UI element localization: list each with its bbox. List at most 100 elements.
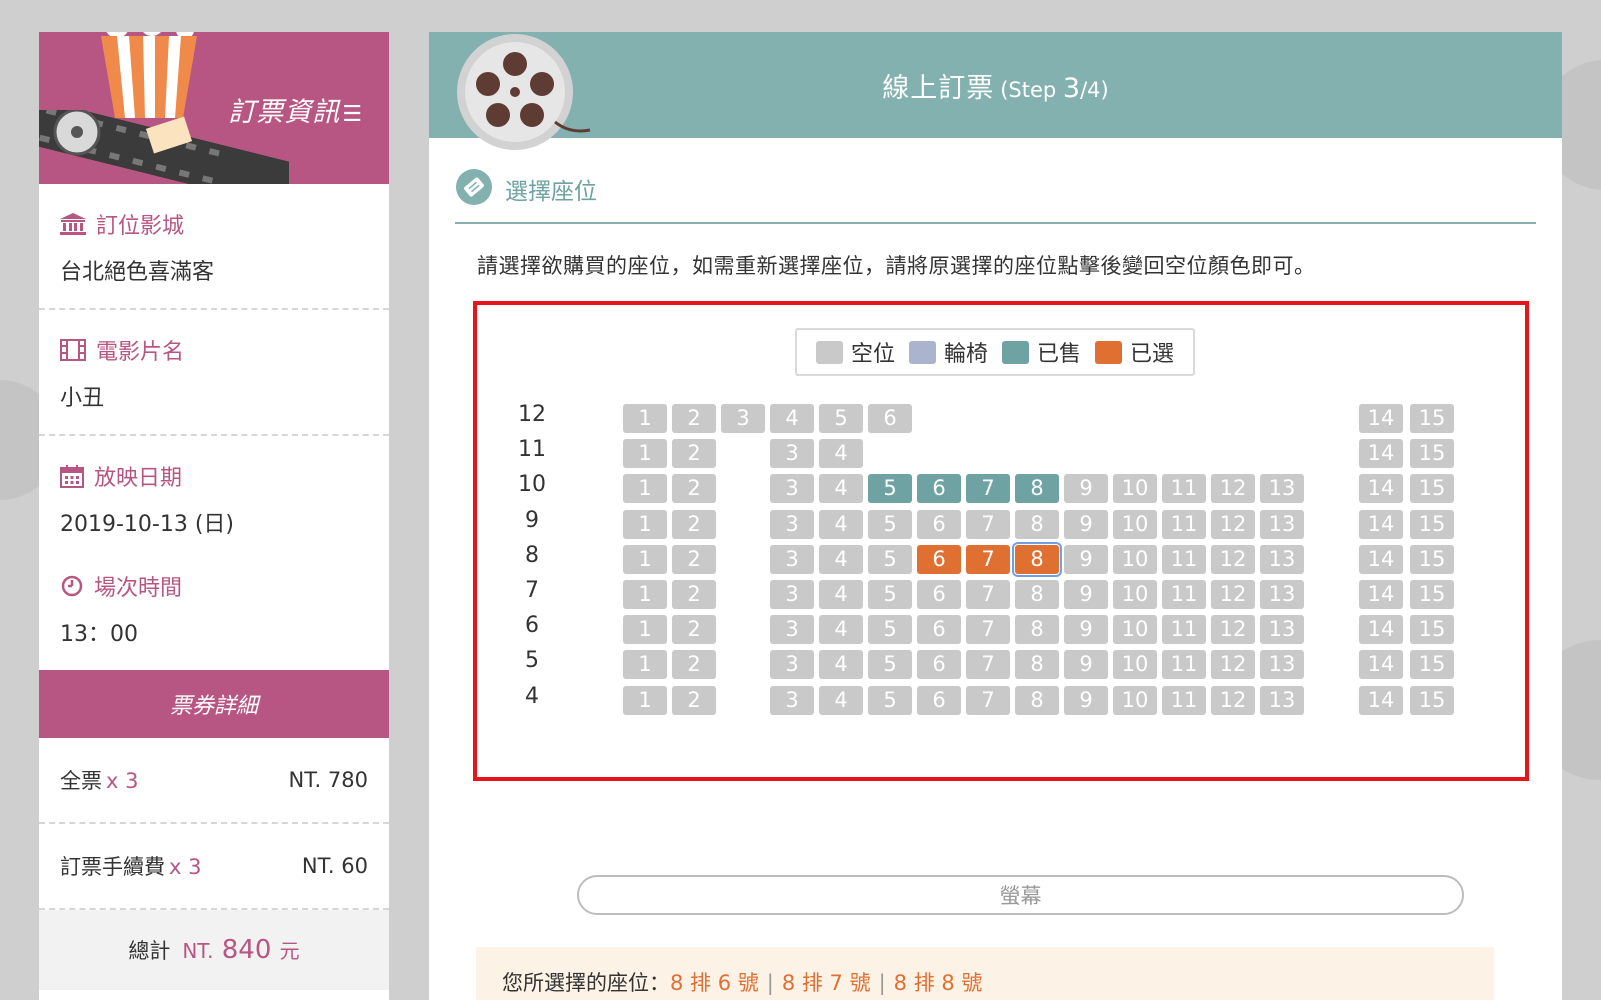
seat-empty[interactable]: 7 — [966, 685, 1010, 715]
seat-empty[interactable]: 9 — [1064, 544, 1108, 574]
seat-empty[interactable]: 15 — [1410, 474, 1454, 504]
seat-empty[interactable]: 1 — [623, 580, 667, 609]
seat-empty[interactable]: 2 — [672, 509, 716, 539]
seat-empty[interactable]: 13 — [1260, 509, 1304, 539]
seat-empty[interactable]: 2 — [672, 474, 716, 504]
seat-empty[interactable]: 6 — [917, 580, 961, 609]
seat-empty[interactable]: 6 — [917, 650, 961, 680]
seat-empty[interactable]: 13 — [1260, 685, 1304, 715]
seat-selected[interactable]: 8 — [1012, 541, 1062, 577]
seat-empty[interactable]: 2 — [672, 650, 716, 680]
seat-empty[interactable]: 3 — [770, 685, 814, 715]
seat-empty[interactable]: 5 — [819, 404, 863, 433]
seat-empty[interactable]: 2 — [672, 615, 716, 645]
seat-empty[interactable]: 4 — [819, 650, 863, 680]
seat-empty[interactable]: 9 — [1064, 650, 1108, 680]
seat-empty[interactable]: 4 — [819, 685, 863, 715]
seat-empty[interactable]: 13 — [1260, 580, 1304, 609]
seat-empty[interactable]: 1 — [623, 474, 667, 504]
seat-empty[interactable]: 6 — [917, 615, 961, 645]
seat-empty[interactable]: 12 — [1211, 580, 1255, 609]
seat-empty[interactable]: 3 — [770, 474, 814, 504]
seat-empty[interactable]: 10 — [1113, 615, 1157, 645]
seat-empty[interactable]: 6 — [868, 404, 912, 433]
seat-empty[interactable]: 2 — [672, 404, 716, 433]
seat-empty[interactable]: 9 — [1064, 615, 1108, 645]
seat-empty[interactable]: 9 — [1064, 474, 1108, 504]
seat-empty[interactable]: 4 — [819, 509, 863, 539]
seat-empty[interactable]: 1 — [623, 685, 667, 715]
seat-empty[interactable]: 4 — [819, 474, 863, 504]
seat-empty[interactable]: 11 — [1162, 544, 1206, 574]
seat-empty[interactable]: 2 — [672, 580, 716, 609]
seat-empty[interactable]: 15 — [1410, 580, 1454, 609]
seat-empty[interactable]: 3 — [770, 544, 814, 574]
seat-empty[interactable]: 3 — [770, 580, 814, 609]
seat-empty[interactable]: 12 — [1211, 544, 1255, 574]
seat-empty[interactable]: 5 — [868, 650, 912, 680]
seat-empty[interactable]: 1 — [623, 615, 667, 645]
seat-empty[interactable]: 9 — [1064, 685, 1108, 715]
seat-empty[interactable]: 6 — [917, 509, 961, 539]
seat-empty[interactable]: 5 — [868, 580, 912, 609]
seat-empty[interactable]: 8 — [1015, 580, 1059, 609]
seat-empty[interactable]: 14 — [1359, 474, 1403, 504]
seat-empty[interactable]: 15 — [1410, 650, 1454, 680]
seat-empty[interactable]: 14 — [1359, 615, 1403, 645]
seat-empty[interactable]: 12 — [1211, 474, 1255, 504]
seat-empty[interactable]: 10 — [1113, 650, 1157, 680]
seat-empty[interactable]: 4 — [770, 404, 814, 433]
seat-empty[interactable]: 5 — [868, 615, 912, 645]
seat-empty[interactable]: 1 — [623, 439, 667, 469]
seat-empty[interactable]: 1 — [623, 509, 667, 539]
seat-empty[interactable]: 12 — [1211, 685, 1255, 715]
seat-selected[interactable]: 6 — [917, 544, 961, 574]
seat-empty[interactable]: 11 — [1162, 474, 1206, 504]
seat-empty[interactable]: 10 — [1113, 685, 1157, 715]
seat-empty[interactable]: 13 — [1260, 544, 1304, 574]
seat-empty[interactable]: 15 — [1410, 439, 1454, 469]
seat-empty[interactable]: 10 — [1113, 474, 1157, 504]
seat-empty[interactable]: 15 — [1410, 509, 1454, 539]
seat-empty[interactable]: 2 — [672, 685, 716, 715]
seat-empty[interactable]: 14 — [1359, 404, 1403, 433]
seat-empty[interactable]: 1 — [623, 650, 667, 680]
seat-empty[interactable]: 15 — [1410, 685, 1454, 715]
seat-empty[interactable]: 15 — [1410, 544, 1454, 574]
seat-empty[interactable]: 3 — [770, 615, 814, 645]
seat-empty[interactable]: 13 — [1260, 474, 1304, 504]
seat-empty[interactable]: 14 — [1359, 580, 1403, 609]
seat-empty[interactable]: 11 — [1162, 650, 1206, 680]
seat-empty[interactable]: 8 — [1015, 509, 1059, 539]
seat-empty[interactable]: 8 — [1015, 650, 1059, 680]
seat-empty[interactable]: 5 — [868, 685, 912, 715]
seat-empty[interactable]: 12 — [1211, 650, 1255, 680]
seat-empty[interactable]: 5 — [868, 544, 912, 574]
seat-empty[interactable]: 3 — [770, 650, 814, 680]
seat-empty[interactable]: 10 — [1113, 509, 1157, 539]
seat-empty[interactable]: 9 — [1064, 580, 1108, 609]
seat-empty[interactable]: 10 — [1113, 544, 1157, 574]
seat-empty[interactable]: 14 — [1359, 650, 1403, 680]
seat-empty[interactable]: 13 — [1260, 615, 1304, 645]
seat-empty[interactable]: 3 — [721, 404, 765, 433]
seat-empty[interactable]: 11 — [1162, 685, 1206, 715]
seat-empty[interactable]: 7 — [966, 580, 1010, 609]
seat-empty[interactable]: 15 — [1410, 615, 1454, 645]
seat-empty[interactable]: 7 — [966, 650, 1010, 680]
seat-empty[interactable]: 1 — [623, 544, 667, 574]
seat-empty[interactable]: 8 — [1015, 615, 1059, 645]
seat-empty[interactable]: 4 — [819, 439, 863, 469]
seat-empty[interactable]: 1 — [623, 404, 667, 433]
seat-selected[interactable]: 7 — [966, 544, 1010, 574]
seat-empty[interactable]: 14 — [1359, 439, 1403, 469]
seat-empty[interactable]: 14 — [1359, 685, 1403, 715]
seat-empty[interactable]: 5 — [868, 509, 912, 539]
seat-empty[interactable]: 6 — [917, 685, 961, 715]
seat-empty[interactable]: 2 — [672, 544, 716, 574]
seat-empty[interactable]: 2 — [672, 439, 716, 469]
seat-empty[interactable]: 11 — [1162, 615, 1206, 645]
seat-empty[interactable]: 14 — [1359, 544, 1403, 574]
seat-empty[interactable]: 4 — [819, 544, 863, 574]
seat-empty[interactable]: 9 — [1064, 509, 1108, 539]
